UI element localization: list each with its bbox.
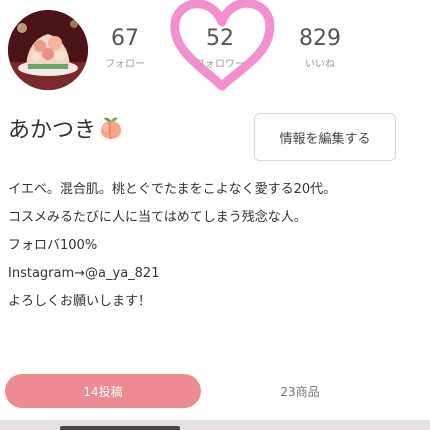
bio-line: Instagram→@a_ya_821 [8,266,160,281]
avatar[interactable] [8,10,88,90]
bio-line: イエベ。混合肌。桃とぐでたまをこよなく愛する20代。 [8,182,337,197]
stat-followers[interactable]: 52 フォロワー [175,26,265,72]
peach-icon [101,117,122,140]
stat-following[interactable]: 67 フォロー [80,26,170,72]
bio-line: よろしくお願いします！ [8,294,152,309]
stat-following-label: フォロー [105,59,145,70]
stat-likes[interactable]: 829 いいね [275,26,365,72]
bio: イエベ。混合肌。桃とぐでたまをこよなく愛する20代。 コスメみるたびに人に当ては… [8,176,428,316]
bio-line: コスメみるたびに人に当てはめてしまう残念な人。 [8,210,307,225]
edit-profile-button[interactable]: 情報を編集する [254,113,396,161]
stat-followers-label: フォロワー [195,59,245,70]
tab-posts[interactable]: 14投稿 [5,374,201,408]
stat-following-count: 67 [111,26,139,51]
stat-followers-count: 52 [206,26,234,51]
stat-likes-label: いいね [305,59,335,70]
profile-name: あかつき [8,112,124,144]
tab-items[interactable]: 23商品 [210,374,390,408]
bio-line: フォロバ100% [8,238,98,253]
content-preview-strip [0,420,430,430]
profile-name-text: あかつき [8,118,97,143]
stat-likes-count: 829 [299,26,341,51]
content-preview-item[interactable] [60,426,180,430]
